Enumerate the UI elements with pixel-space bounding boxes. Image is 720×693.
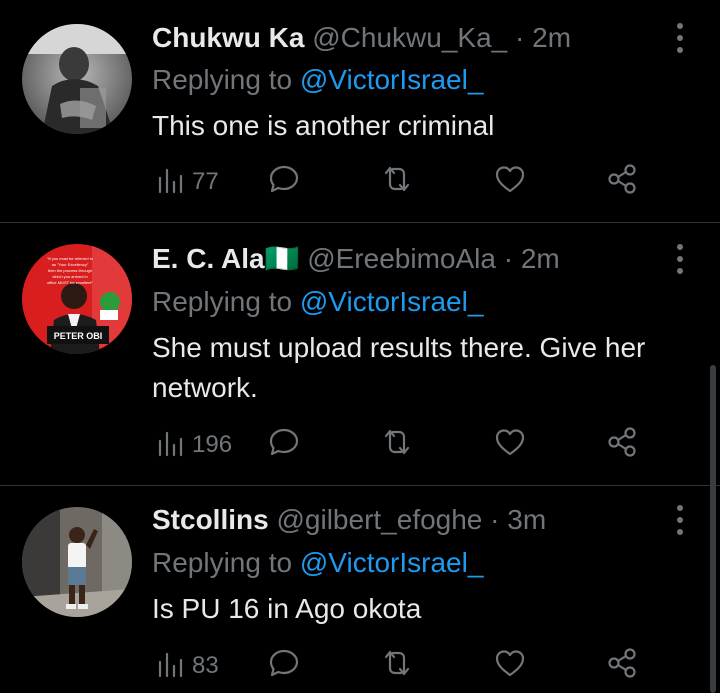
avatar-poster-text-line: as "Your Excellency"	[52, 262, 89, 267]
like-button[interactable]	[493, 162, 527, 202]
avatar-poster-text: "If you must be referred to	[47, 256, 94, 261]
replying-prefix: Replying to	[152, 64, 293, 95]
share-icon	[605, 646, 639, 687]
replying-to: Replying to @VictorIsrael_	[152, 286, 483, 318]
retweet-button[interactable]	[380, 646, 414, 686]
timestamp[interactable]: · 2m	[504, 243, 560, 274]
tweet[interactable]: Chukwu Ka @Chukwu_Ka_ · 2m Replying to @…	[0, 0, 720, 222]
like-button[interactable]	[493, 646, 527, 686]
heart-icon	[493, 646, 527, 687]
timestamp[interactable]: · 3m	[490, 504, 546, 535]
replying-to: Replying to @VictorIsrael_	[152, 64, 483, 96]
tweet[interactable]: PETER OBI "If you must be referred to as…	[0, 223, 720, 485]
replying-to-link[interactable]: @VictorIsrael_	[300, 64, 484, 95]
author-handle[interactable]: @EreebimoAla	[307, 243, 496, 274]
retweet-button[interactable]	[380, 425, 414, 465]
reply-icon	[267, 646, 301, 687]
author-handle[interactable]: @Chukwu_Ka_	[312, 22, 507, 53]
author-handle[interactable]: @gilbert_efoghe	[276, 504, 482, 535]
share-button[interactable]	[605, 646, 639, 686]
retweet-icon	[380, 162, 414, 203]
tweet-actions: 83	[152, 646, 652, 686]
views-count: 196	[192, 431, 233, 458]
tweet-header: Chukwu Ka @Chukwu_Ka_ · 2m	[152, 22, 571, 54]
retweet-button[interactable]	[380, 162, 414, 202]
heart-icon	[493, 162, 527, 203]
reply-button[interactable]	[267, 162, 301, 202]
tweet-text: Is PU 16 in Ago okota	[152, 593, 422, 624]
avatar[interactable]: PETER OBI "If you must be referred to as…	[22, 244, 132, 354]
author-name[interactable]: E. C. Ala🇳🇬	[152, 243, 299, 274]
reply-icon	[267, 425, 301, 466]
tweet[interactable]: Stcollins @gilbert_efoghe · 3m Replying …	[0, 486, 720, 693]
avatar-caption: PETER OBI	[54, 331, 103, 341]
reply-button[interactable]	[267, 425, 301, 465]
more-options-icon[interactable]	[666, 20, 694, 56]
reply-icon	[267, 162, 301, 203]
tweet-actions: 77	[152, 162, 652, 202]
share-button[interactable]	[605, 162, 639, 202]
avatar[interactable]	[22, 24, 132, 134]
author-name[interactable]: Stcollins	[152, 504, 269, 535]
views-count: 77	[192, 168, 219, 195]
reply-button[interactable]	[267, 646, 301, 686]
retweet-icon	[380, 646, 414, 687]
views-count: 83	[192, 652, 219, 679]
replying-prefix: Replying to	[152, 547, 293, 578]
timestamp[interactable]: · 2m	[515, 22, 571, 53]
heart-icon	[493, 425, 527, 466]
share-icon	[605, 425, 639, 466]
replying-prefix: Replying to	[152, 286, 293, 317]
avatar-poster-text-line: which you arrived in	[52, 274, 87, 279]
replying-to-link[interactable]: @VictorIsrael_	[300, 286, 484, 317]
retweet-icon	[380, 425, 414, 466]
replying-to: Replying to @VictorIsrael_	[152, 547, 483, 579]
author-name[interactable]: Chukwu Ka	[152, 22, 304, 53]
views-button[interactable]: 77	[156, 162, 219, 202]
replying-to-link[interactable]: @VictorIsrael_	[300, 547, 484, 578]
like-button[interactable]	[493, 425, 527, 465]
views-icon	[156, 648, 186, 685]
views-icon	[156, 164, 186, 201]
share-icon	[605, 162, 639, 203]
avatar[interactable]	[22, 507, 132, 617]
tweet-actions: 196	[152, 425, 652, 465]
more-options-icon[interactable]	[666, 241, 694, 277]
views-icon	[156, 427, 186, 464]
tweet-header: E. C. Ala🇳🇬 @EreebimoAla · 2m	[152, 243, 560, 275]
scrollbar[interactable]	[710, 365, 716, 693]
tweet-header: Stcollins @gilbert_efoghe · 3m	[152, 504, 546, 536]
tweet-text: This one is another criminal	[152, 110, 495, 141]
share-button[interactable]	[605, 425, 639, 465]
more-options-icon[interactable]	[666, 502, 694, 538]
views-button[interactable]: 83	[156, 646, 219, 686]
views-button[interactable]: 196	[156, 425, 232, 465]
avatar-poster-text-line: office MUST be excellent"	[47, 280, 93, 285]
tweet-text: She must upload results there. Give her …	[152, 332, 646, 403]
avatar-poster-text-line: then the process through	[48, 268, 92, 273]
